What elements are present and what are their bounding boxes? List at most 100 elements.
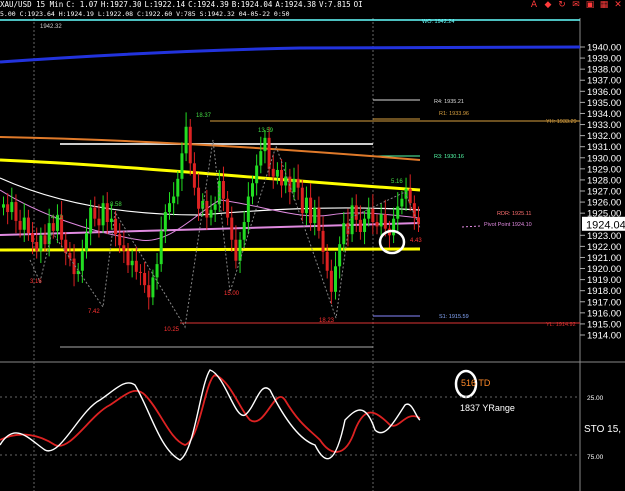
candle-body xyxy=(18,220,22,230)
candle-body xyxy=(197,187,201,209)
low-value: L:1922.14 xyxy=(144,0,186,9)
swing-label: 18.23 xyxy=(319,318,335,324)
price-label: 1920.00 xyxy=(587,264,621,275)
lock-icon[interactable]: ▣ xyxy=(583,0,597,10)
candle-body xyxy=(172,196,176,204)
price-label: 1914.00 xyxy=(587,331,621,342)
candle-body xyxy=(188,126,192,164)
candle-body xyxy=(259,151,263,166)
price-label: 1928.00 xyxy=(587,175,621,186)
price-label: 1916.00 xyxy=(587,308,621,319)
candle-body xyxy=(126,250,130,266)
candle-body xyxy=(101,203,105,226)
price-label: 1929.00 xyxy=(587,164,621,175)
candle-body xyxy=(14,202,18,221)
price-label: 1933.00 xyxy=(587,120,621,131)
candle-body xyxy=(309,197,313,224)
candle-body xyxy=(10,202,14,213)
candle-body xyxy=(109,218,113,223)
oi-label: OI xyxy=(353,0,363,9)
a-icon[interactable]: A xyxy=(527,0,541,10)
candle-body xyxy=(180,153,184,179)
candle-body xyxy=(363,218,367,232)
candle-body xyxy=(213,204,217,210)
price-chart[interactable]: 18.37 13.59 8.58 4.82 5.16 3.16 7.42 10.25 15.00… xyxy=(0,0,625,491)
candle-body xyxy=(317,207,321,231)
yrange-label: 1837 YRange xyxy=(460,403,515,413)
candle-body xyxy=(238,239,242,261)
price-label: 1923.00 xyxy=(587,231,621,242)
swing-label: 8.58 xyxy=(110,202,122,208)
candle-body xyxy=(246,196,250,223)
candle-body xyxy=(354,205,358,220)
candle-body xyxy=(313,207,317,224)
swing-label: 4.82 xyxy=(51,215,63,221)
price-label: 1921.00 xyxy=(587,253,621,264)
candle-body xyxy=(342,223,346,245)
candle-body xyxy=(396,206,400,219)
candle-body xyxy=(118,234,122,246)
price-label: 1922.00 xyxy=(587,242,621,253)
candle-body xyxy=(22,217,26,230)
candle-body xyxy=(68,253,72,259)
stochastic-name: STO 15, xyxy=(584,424,622,435)
symbol-label: XAU/USD 15 Min xyxy=(0,0,64,9)
td-label: 516 TD xyxy=(461,378,491,388)
swing-label: 3.16 xyxy=(30,279,42,285)
candle-body xyxy=(251,183,254,197)
candle-body xyxy=(192,163,196,188)
candle-body xyxy=(89,207,93,234)
chart-title-bar: XAU/USD 15 Min C: 1.07 H:1927.30 L:1922.14 C… xyxy=(0,0,366,10)
candle-body xyxy=(400,198,404,207)
candle-body xyxy=(47,223,51,245)
candle-body xyxy=(325,251,329,271)
grid-icon[interactable]: ▦ xyxy=(597,0,611,10)
pivot-label: R3: 1930.16 xyxy=(434,154,464,160)
price-label: 1915.00 xyxy=(587,319,621,330)
candle-body xyxy=(350,205,354,235)
candle-body xyxy=(130,260,134,266)
pivot-label: R1: 1933.96 xyxy=(439,111,469,117)
change-value: C: 1.07 xyxy=(66,0,98,9)
candle-body xyxy=(105,203,109,223)
candle-body xyxy=(300,187,304,214)
price-label: 1932.00 xyxy=(587,131,621,142)
price-label: 1926.00 xyxy=(587,198,621,209)
price-label: 1938.00 xyxy=(587,65,621,76)
high-value: H:1927.30 xyxy=(100,0,142,9)
candle-body xyxy=(35,241,39,251)
ask-value: A:1924.38 xyxy=(275,0,317,9)
pivot-label: Pivot Point 1924.10 xyxy=(484,222,532,228)
candle-body xyxy=(122,245,126,251)
candle-body xyxy=(358,219,362,232)
candle-body xyxy=(209,209,213,218)
candle-body xyxy=(217,181,221,205)
candle-body xyxy=(80,250,84,271)
close-icon[interactable]: ✕ xyxy=(611,0,625,10)
diamond-icon[interactable]: ◆ xyxy=(541,0,555,10)
mail-icon[interactable]: ✉ xyxy=(569,0,583,10)
candle-body xyxy=(114,218,118,235)
candle-body xyxy=(367,208,371,219)
pivot-label: RDR: 1925.11 xyxy=(497,211,531,217)
current-price-label: 1924.04 xyxy=(586,219,625,231)
price-label: 1931.00 xyxy=(587,142,621,153)
bid-value: B:1924.04 xyxy=(231,0,273,9)
price-label: 1934.00 xyxy=(587,109,621,120)
pivot-label: WO: 1942.24 xyxy=(422,19,454,25)
candle-body xyxy=(221,181,225,199)
candle-body xyxy=(296,178,300,188)
refresh-icon[interactable]: ↻ xyxy=(555,0,569,10)
candle-body xyxy=(379,214,383,227)
window-icons: A ◆ ↻ ✉ ▣ ▦ ✕ xyxy=(527,0,625,10)
volume-value: V:7.815 xyxy=(319,0,351,9)
candle-body xyxy=(168,203,171,213)
candle-body xyxy=(334,266,337,292)
candle-body xyxy=(230,217,234,240)
pivot-label: S1: 1915.59 xyxy=(439,314,469,320)
stoch-level-label: 25.00 xyxy=(587,395,604,402)
price-label: 1930.00 xyxy=(587,153,621,164)
candle-body xyxy=(151,277,155,298)
swing-label: 18.37 xyxy=(196,113,212,119)
candle-body xyxy=(2,204,5,208)
